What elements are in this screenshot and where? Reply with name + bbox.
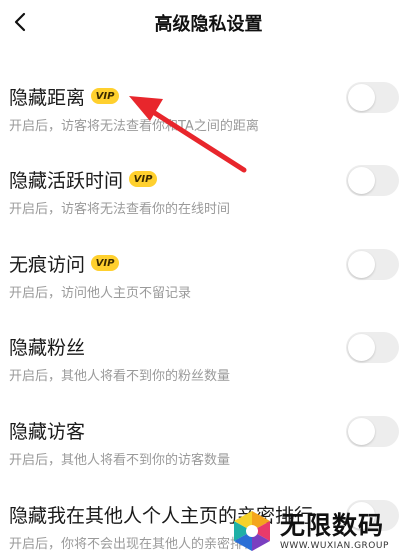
vip-badge: VIP (91, 255, 120, 271)
setting-title: 隐藏访客 (9, 420, 86, 443)
toggle-knob (348, 334, 375, 361)
setting-description: 开启后，其他人将看不到你的粉丝数量 (9, 369, 231, 384)
setting-title: 隐藏距离 (9, 86, 86, 109)
setting-title: 无痕访问 (9, 253, 86, 276)
page-title: 高级隐私设置 (154, 14, 263, 35)
watermark-logo-icon (234, 510, 270, 551)
vip-badge: VIP (129, 171, 158, 187)
setting-description: 开启后，访客将无法查看你和TA之间的距离 (9, 119, 259, 134)
setting-description: 开启后，其他人将看不到你的访客数量 (9, 453, 231, 468)
watermark-url: WWW.WUXIAN.GROUP (280, 540, 389, 551)
toggle-knob (348, 167, 375, 194)
setting-title: 隐藏活跃时间 (9, 169, 124, 192)
setting-row-hide-distance: 隐藏距离 VIP 开启后，访客将无法查看你和TA之间的距离 (0, 81, 417, 164)
watermark: 无限数码 WWW.WUXIAN.GROUP (230, 503, 417, 558)
vip-badge: VIP (91, 88, 120, 104)
hide-fans-toggle[interactable] (346, 332, 399, 363)
hide-visitors-toggle[interactable] (346, 416, 399, 447)
hide-active-time-toggle[interactable] (346, 165, 399, 196)
toggle-knob (348, 84, 375, 111)
watermark-name: 无限数码 (280, 510, 385, 540)
toggle-knob (348, 418, 375, 445)
navbar: 高级隐私设置 (0, 0, 417, 48)
traceless-visit-toggle[interactable] (346, 249, 399, 280)
hide-distance-toggle[interactable] (346, 82, 399, 113)
setting-description: 开启后，访问他人主页不留记录 (9, 286, 192, 301)
setting-title: 隐藏粉丝 (9, 336, 86, 359)
toggle-knob (348, 251, 375, 278)
setting-row-hide-active-time: 隐藏活跃时间 VIP 开启后，访客将无法查看你的在线时间 (0, 164, 417, 247)
setting-row-hide-fans: 隐藏粉丝 开启后，其他人将看不到你的粉丝数量 (0, 331, 417, 414)
setting-row-traceless-visit: 无痕访问 VIP 开启后，访问他人主页不留记录 (0, 248, 417, 331)
setting-description: 开启后，访客将无法查看你的在线时间 (9, 202, 231, 217)
setting-description: 开启后，你将不会出现在其他人的亲密排行 (9, 537, 257, 552)
setting-row-hide-visitors: 隐藏访客 开启后，其他人将看不到你的访客数量 (0, 415, 417, 498)
